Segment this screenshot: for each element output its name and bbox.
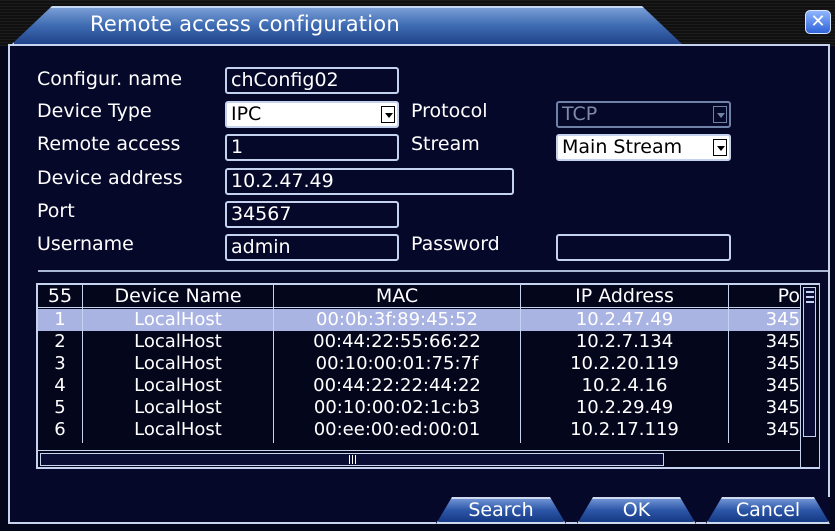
dialog-title: Remote access configuration <box>90 12 400 36</box>
device-address-field[interactable]: 10.2.47.49 <box>225 168 514 195</box>
search-button[interactable]: Search <box>436 497 566 524</box>
stream-select[interactable]: Main Stream <box>556 134 731 161</box>
row-index: 3 <box>54 353 66 374</box>
password-field[interactable] <box>556 234 731 261</box>
row-device-name: LocalHost <box>134 397 222 418</box>
row-port: 345 <box>765 375 800 396</box>
header-count: 55 <box>47 285 73 307</box>
stream-value: Main Stream <box>562 136 683 158</box>
password-label: Password <box>411 233 500 255</box>
horizontal-scrollbar[interactable] <box>38 450 800 468</box>
row-mac: 00:0b:3f:89:45:52 <box>316 309 478 330</box>
table-row[interactable]: 5 LocalHost 00:10:00:02:1c:b3 10.2.29.49 345 <box>38 397 800 419</box>
row-ip-address: 10.2.7.134 <box>575 331 674 352</box>
config-name-label: Configur. name <box>37 68 183 90</box>
row-ip-address: 10.2.47.49 <box>575 309 674 330</box>
row-mac: 00:44:22:55:66:22 <box>313 331 481 352</box>
port-label: Port <box>37 200 75 222</box>
close-icon[interactable]: ✕ <box>805 10 831 34</box>
row-mac: 00:44:22:22:44:22 <box>313 375 481 396</box>
column-divider <box>82 285 83 443</box>
row-device-name: LocalHost <box>134 331 222 352</box>
row-index: 1 <box>54 309 66 330</box>
row-ip-address: 10.2.4.16 <box>581 375 668 396</box>
row-port: 345 <box>765 419 800 440</box>
username-label: Username <box>37 233 134 255</box>
row-port: 345 <box>765 397 800 418</box>
title-bar: Remote access configuration ✕ <box>0 0 835 46</box>
device-table: 55 Device Name MAC IP Address Po 1 LocalH… <box>36 283 820 469</box>
device-type-label: Device Type <box>37 100 152 122</box>
row-port: 345 <box>765 331 800 352</box>
remote-access-field[interactable]: 1 <box>225 134 399 161</box>
device-type-value: IPC <box>231 103 262 125</box>
username-field[interactable]: admin <box>225 234 399 261</box>
row-index: 4 <box>54 375 66 396</box>
row-port: 345 <box>765 309 800 330</box>
device-address-label: Device address <box>37 167 183 189</box>
config-name-field[interactable]: chConfig02 <box>225 67 399 94</box>
grip-icon <box>806 291 814 303</box>
row-ip-address: 10.2.17.119 <box>570 419 679 440</box>
header-device-name: Device Name <box>114 285 242 307</box>
port-field[interactable]: 34567 <box>225 201 399 228</box>
column-divider <box>728 285 729 443</box>
row-mac: 00:10:00:02:1c:b3 <box>313 397 481 418</box>
protocol-select: TCP <box>556 101 731 128</box>
table-header: 55 Device Name MAC IP Address Po <box>38 285 800 307</box>
cancel-button[interactable]: Cancel <box>706 497 830 524</box>
table-row[interactable]: 3 LocalHost 00:10:00:01:75:7f 10.2.20.119 34… <box>38 353 800 375</box>
horizontal-scroll-thumb[interactable] <box>40 453 664 466</box>
row-device-name: LocalHost <box>134 309 222 330</box>
header-port: Po <box>777 285 800 307</box>
remote-access-label: Remote access <box>37 133 181 155</box>
row-index: 2 <box>54 331 66 352</box>
column-divider <box>520 285 521 443</box>
row-index: 5 <box>54 397 66 418</box>
chevron-down-icon <box>713 139 727 156</box>
remote-access-dialog: Remote access configuration ✕ Configur. … <box>0 0 835 531</box>
row-ip-address: 10.2.29.49 <box>575 397 674 418</box>
row-index: 6 <box>54 419 66 440</box>
vertical-scrollbar[interactable] <box>800 285 819 467</box>
header-ip-address: IP Address <box>575 285 674 307</box>
table-row[interactable]: 4 LocalHost 00:44:22:22:44:22 10.2.4.16 345 <box>38 375 800 397</box>
table-row[interactable]: 6 LocalHost 00:ee:00:ed:00:01 10.2.17.119 34… <box>38 419 800 441</box>
row-mac: 00:ee:00:ed:00:01 <box>313 419 481 440</box>
stream-label: Stream <box>411 133 480 155</box>
row-port: 345 <box>765 353 800 374</box>
header-divider <box>38 307 800 308</box>
row-mac: 00:10:00:01:75:7f <box>315 353 479 374</box>
grip-icon <box>349 455 357 464</box>
chevron-down-icon <box>381 106 395 123</box>
row-ip-address: 10.2.20.119 <box>570 353 679 374</box>
table-row[interactable]: 2 LocalHost 00:44:22:55:66:22 10.2.7.134 345 <box>38 331 800 353</box>
table-row[interactable]: 1 LocalHost 00:0b:3f:89:45:52 10.2.47.49 345 <box>38 309 800 331</box>
divider <box>38 270 828 272</box>
header-mac: MAC <box>375 285 419 307</box>
protocol-label: Protocol <box>411 100 488 122</box>
protocol-value: TCP <box>562 103 598 125</box>
vertical-scroll-thumb[interactable] <box>803 287 816 437</box>
chevron-down-icon <box>713 106 727 123</box>
column-divider <box>273 285 274 443</box>
ok-button[interactable]: OK <box>577 497 696 524</box>
device-type-select[interactable]: IPC <box>225 101 399 128</box>
row-device-name: LocalHost <box>134 375 222 396</box>
row-device-name: LocalHost <box>134 353 222 374</box>
row-device-name: LocalHost <box>134 419 222 440</box>
